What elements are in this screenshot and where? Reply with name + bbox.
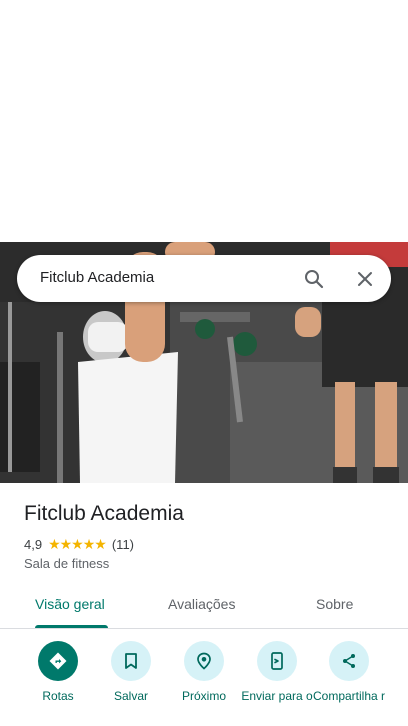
action-label: Rotas [42,689,74,703]
tab-reviews[interactable]: Avaliações [168,596,235,612]
send-to-phone-button[interactable]: Enviar para o [237,641,317,703]
rating-value: 4,9 [24,537,43,552]
action-label: Salvar [113,689,148,703]
tab-about[interactable]: Sobre [316,596,353,612]
rating-stars: ★★★★★ [48,536,107,552]
share-icon [329,641,369,681]
search-bar[interactable]: Fitclub Academia [17,255,391,302]
close-icon[interactable] [352,266,378,292]
save-button[interactable]: Salvar [91,641,171,703]
tab-bar: Visão geral Avaliações Sobre [0,584,408,629]
directions-icon [38,641,78,681]
nearby-icon [184,641,224,681]
bookmark-icon [111,641,151,681]
rating-row[interactable]: 4,9 ★★★★★ (11) [24,536,134,553]
action-label: Enviar para o [241,689,313,703]
directions-button[interactable]: Rotas [18,641,98,703]
nearby-button[interactable]: Próximo [164,641,244,703]
place-category: Sala de fitness [24,556,110,571]
tab-overview[interactable]: Visão geral [35,596,105,612]
review-count[interactable]: (11) [112,537,134,552]
send-to-phone-icon [257,641,297,681]
active-tab-indicator [35,625,108,628]
search-icon[interactable] [301,266,327,292]
action-label: Compartilha r [312,689,386,703]
action-label: Próximo [181,689,226,703]
share-button[interactable]: Compartilha r [309,641,389,703]
place-title: Fitclub Academia [24,502,184,525]
search-input[interactable]: Fitclub Academia [40,269,154,286]
